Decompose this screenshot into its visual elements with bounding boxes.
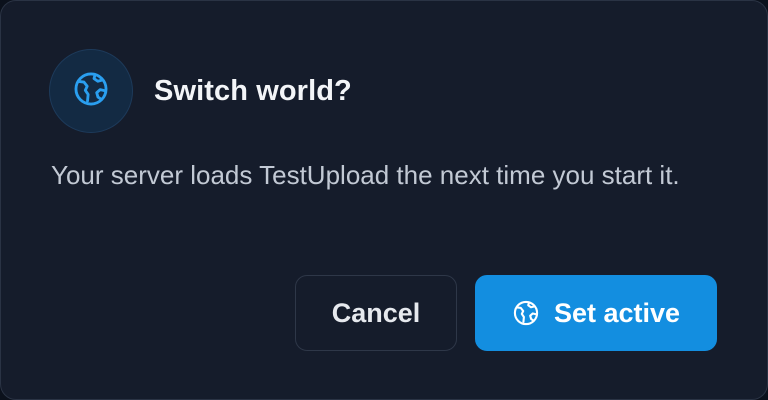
cancel-button[interactable]: Cancel xyxy=(295,275,457,351)
set-active-button[interactable]: Set active xyxy=(475,275,717,351)
header-icon-badge xyxy=(49,49,133,133)
dialog-header: Switch world? xyxy=(49,49,352,133)
switch-world-dialog: Switch world? Your server loads TestUplo… xyxy=(0,0,768,400)
dialog-message: Your server loads TestUpload the next ti… xyxy=(51,160,680,190)
set-active-label: Set active xyxy=(553,297,681,328)
globe-icon xyxy=(72,70,110,113)
dialog-title: Switch world? xyxy=(154,74,352,107)
dialog-actions: Cancel Set active xyxy=(295,275,717,351)
globe-icon xyxy=(512,299,540,327)
